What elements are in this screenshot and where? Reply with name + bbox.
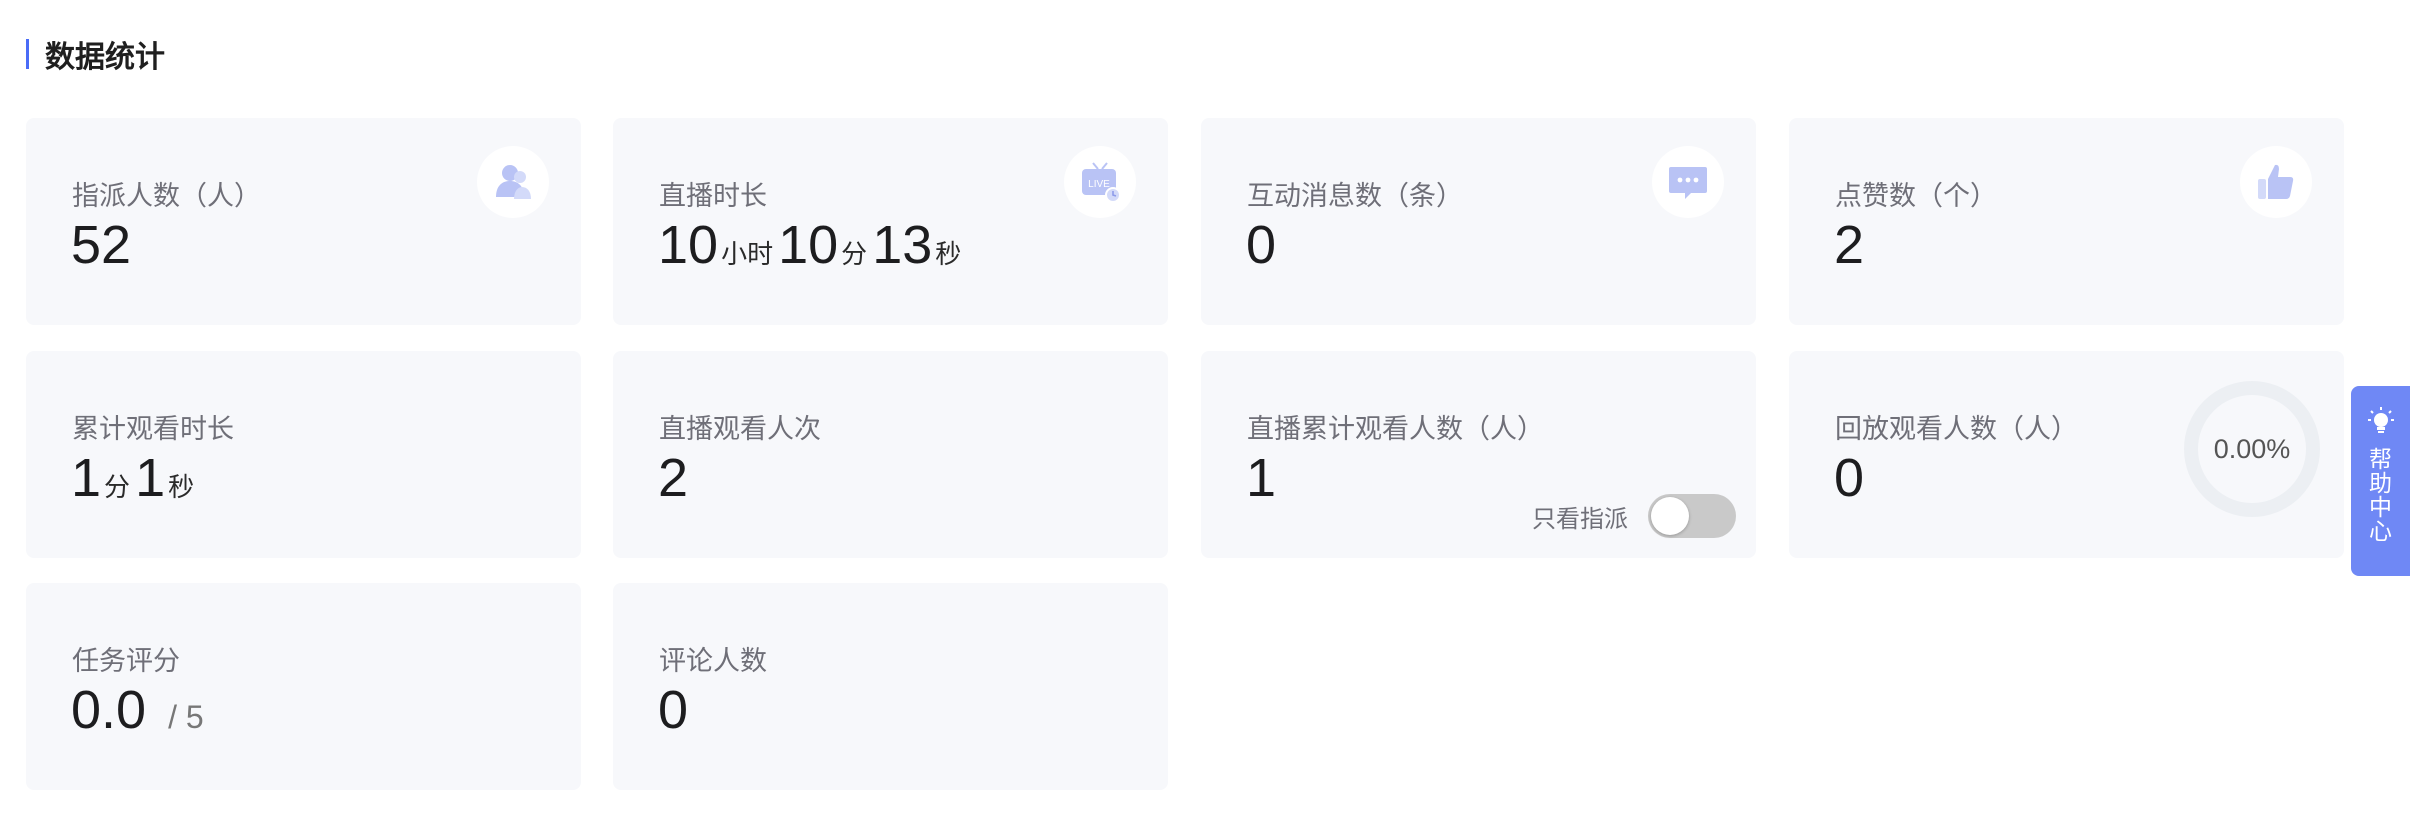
card-assigned-count: 指派人数（人） 52: [26, 118, 581, 325]
card-likes: 点赞数（个） 2: [1789, 118, 2344, 325]
card-value: 2: [658, 451, 688, 505]
card-label: 累计观看时长: [72, 414, 234, 445]
card-label: 互动消息数（条）: [1247, 181, 1463, 212]
live-minutes-unit: 分: [841, 240, 868, 270]
card-live-view-count: 直播观看人次 2: [613, 351, 1168, 558]
card-value: 1: [1246, 451, 1276, 505]
live-views-value: 2: [658, 448, 689, 508]
thumbs-up-icon: [2240, 146, 2312, 218]
card-value: 0.0 / 5: [71, 683, 204, 737]
replay-rate-ring: 0.00%: [2182, 379, 2322, 519]
card-commenters: 评论人数 0: [613, 583, 1168, 790]
lightbulb-icon: [2367, 407, 2394, 433]
watch-minutes-value: 1: [71, 448, 102, 508]
assigned-only-label: 只看指派: [1532, 504, 1628, 533]
card-value: 2: [1834, 218, 1864, 272]
help-center-button[interactable]: 帮助中心: [2351, 386, 2410, 576]
live-tv-icon: LIVE: [1064, 146, 1136, 218]
card-live-viewers: 直播累计观看人数（人） 1 只看指派: [1201, 351, 1756, 558]
replay-viewers-value: 0: [1834, 448, 1865, 508]
card-label: 直播观看人次: [659, 414, 821, 445]
svg-text:LIVE: LIVE: [1088, 179, 1110, 190]
watch-seconds-value: 1: [135, 448, 166, 508]
card-label: 直播时长: [659, 181, 767, 212]
card-label: 指派人数（人）: [72, 181, 261, 212]
card-value: 0: [658, 683, 688, 737]
users-icon: [477, 146, 549, 218]
section-title-text: 数据统计: [45, 40, 165, 75]
data-statistics-page: 数据统计 指派人数（人） 52 直播时长 10 小时 10 分 13 秒 LIV…: [0, 0, 2410, 822]
likes-count-value: 2: [1834, 215, 1865, 275]
card-total-watch-time: 累计观看时长 1 分 1 秒: [26, 351, 581, 558]
replay-rate-text: 0.00%: [2213, 433, 2291, 464]
toggle-knob: [1651, 497, 1689, 535]
title-accent-bar: [26, 39, 29, 69]
card-live-duration: 直播时长 10 小时 10 分 13 秒 LIVE: [613, 118, 1168, 325]
card-interaction-messages: 互动消息数（条） 0: [1201, 118, 1756, 325]
chat-icon: [1652, 146, 1724, 218]
commenters-value: 0: [658, 680, 689, 740]
live-hours-value: 10: [658, 215, 719, 275]
card-value: 10 小时 10 分 13 秒: [658, 218, 966, 272]
card-label: 点赞数（个）: [1835, 181, 1997, 212]
card-label: 任务评分: [72, 646, 180, 677]
section-title: 数据统计: [26, 32, 165, 76]
messages-count-value: 0: [1246, 215, 1277, 275]
watch-seconds-unit: 秒: [168, 473, 195, 503]
card-label: 直播累计观看人数（人）: [1247, 414, 1544, 445]
assigned-only-filter: 只看指派: [1532, 494, 1736, 538]
card-label: 评论人数: [659, 646, 767, 677]
watch-minutes-unit: 分: [104, 473, 131, 503]
card-value: 0: [1246, 218, 1276, 272]
card-value: 1 分 1 秒: [71, 451, 199, 505]
live-viewers-value: 1: [1246, 448, 1277, 508]
task-score-value: 0.0: [71, 680, 147, 740]
card-value: 52: [71, 218, 131, 272]
assigned-count-value: 52: [71, 215, 132, 275]
live-minutes-value: 10: [778, 215, 839, 275]
card-task-score: 任务评分 0.0 / 5: [26, 583, 581, 790]
live-hours-unit: 小时: [721, 240, 774, 270]
help-center-label: 帮助中心: [2369, 447, 2392, 545]
card-value: 0: [1834, 451, 1864, 505]
card-label: 回放观看人数（人）: [1835, 414, 2078, 445]
task-score-max: / 5: [168, 699, 204, 735]
live-seconds-unit: 秒: [935, 240, 962, 270]
card-replay-viewers: 回放观看人数（人） 0 0.00%: [1789, 351, 2344, 558]
live-seconds-value: 13: [872, 215, 933, 275]
assigned-only-toggle[interactable]: [1648, 494, 1736, 538]
